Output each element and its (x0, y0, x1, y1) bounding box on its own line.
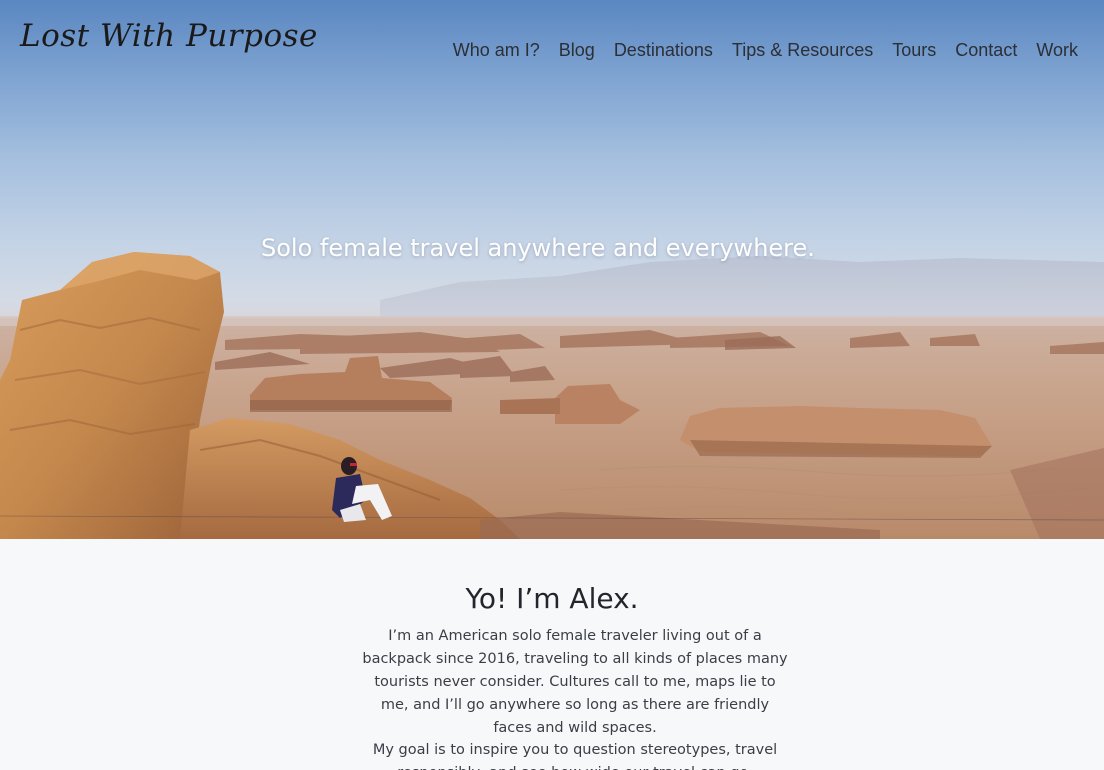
nav-item-blog[interactable]: Blog (559, 39, 595, 61)
nav-item-destinations[interactable]: Destinations (614, 39, 713, 61)
nav-item-contact[interactable]: Contact (955, 39, 1017, 61)
intro-paragraph-1: I’m an American solo female traveler liv… (362, 628, 788, 736)
page: Lost With Purpose Who am I? Blog Destina… (0, 0, 1104, 770)
hero-section: Lost With Purpose Who am I? Blog Destina… (0, 0, 1104, 539)
nav-item-tours[interactable]: Tours (892, 39, 936, 61)
intro-section: Yo! I’m Alex. I’m an American solo femal… (0, 539, 1104, 770)
intro-title: Yo! I’m Alex. (465, 582, 639, 615)
intro-paragraph-2: My goal is to inspire you to question st… (372, 742, 778, 770)
site-logo[interactable]: Lost With Purpose (20, 18, 318, 54)
nav-item-tips-resources[interactable]: Tips & Resources (732, 39, 873, 61)
hero-image (0, 252, 1104, 539)
hero-tagline: Solo female travel anywhere and everywhe… (261, 234, 815, 262)
nav-item-who-am-i[interactable]: Who am I? (453, 39, 540, 61)
main-nav: Who am I? Blog Destinations Tips & Resou… (434, 39, 1078, 61)
nav-item-work[interactable]: Work (1036, 39, 1078, 61)
